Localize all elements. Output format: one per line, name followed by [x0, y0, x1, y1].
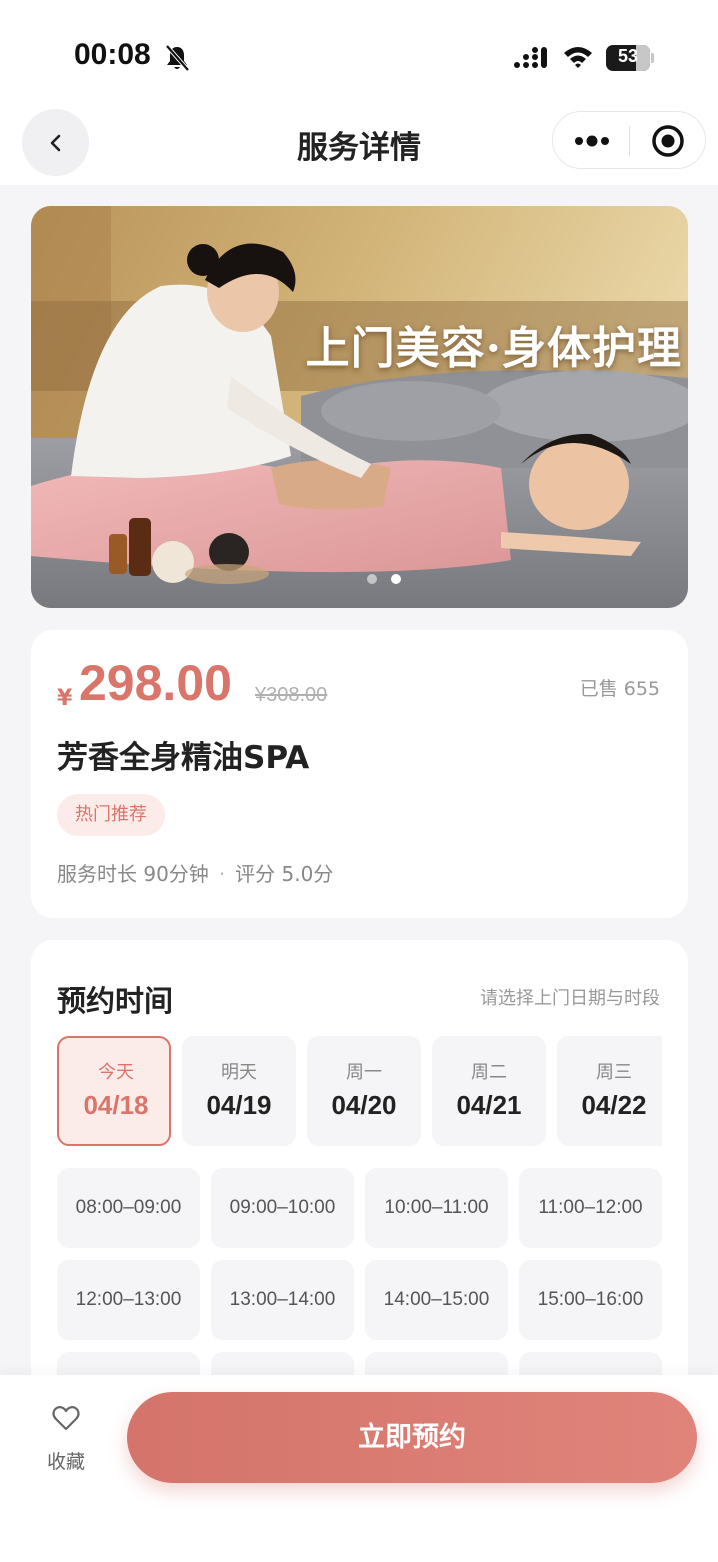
time-slot[interactable]: 12:00–13:00 [57, 1260, 200, 1340]
service-meta: 服务时长 90分钟 · 评分 5.0分 [57, 858, 333, 887]
meta-separator: · [218, 862, 226, 886]
date-weekday: 明天 [221, 1062, 257, 1083]
spa-massage-image [31, 206, 688, 608]
time-slot[interactable]: 14:00–15:00 [365, 1260, 508, 1340]
time-slot[interactable]: 09:00–10:00 [211, 1168, 354, 1248]
more-icon[interactable] [573, 129, 611, 153]
date-option[interactable]: 周一 04/20 [307, 1036, 421, 1146]
hero-banner[interactable]: 上门美容·身体护理 [31, 206, 688, 608]
currency-symbol: ¥ [57, 686, 73, 711]
service-rating: 评分 5.0分 [235, 862, 334, 886]
original-price: ¥308.00 [255, 684, 328, 706]
mini-program-capsule [552, 111, 706, 169]
capsule-divider [629, 126, 630, 156]
book-now-button[interactable]: 立即预约 [127, 1392, 697, 1483]
date-option[interactable]: 明天 04/19 [182, 1036, 296, 1146]
booking-title: 预约时间 [57, 984, 174, 1018]
time-slot[interactable]: 10:00–11:00 [365, 1168, 508, 1248]
time-slot[interactable]: 11:00–12:00 [519, 1168, 662, 1248]
price: 298.00 [79, 655, 232, 711]
date-option[interactable]: 周二 04/21 [432, 1036, 546, 1146]
date-value: 04/21 [456, 1090, 522, 1120]
date-value: 04/22 [581, 1090, 647, 1120]
date-value: 04/19 [206, 1090, 272, 1120]
date-value: 04/18 [83, 1090, 149, 1120]
date-weekday: 周三 [596, 1062, 632, 1083]
carousel-dot[interactable] [367, 574, 377, 584]
favorite-label: 收藏 [46, 1451, 85, 1473]
bottom-action-bar: 收藏 立即预约 [0, 1375, 718, 1562]
time-slot[interactable]: 13:00–14:00 [211, 1260, 354, 1340]
banner-title: 上门美容·身体护理 [305, 323, 682, 374]
battery-level: 53 [617, 46, 639, 66]
battery-indicator: 53 [606, 45, 654, 71]
date-option[interactable]: 周三 04/22 [557, 1036, 662, 1146]
date-weekday: 周二 [471, 1062, 507, 1083]
booking-hint: 请选择上门日期与时段 [480, 988, 660, 1009]
wifi-icon [564, 47, 592, 68]
bell-off-icon [165, 44, 190, 72]
time-slot[interactable]: 15:00–16:00 [519, 1260, 662, 1340]
signal-icon [514, 47, 547, 68]
service-name: 芳香全身精油SPA [57, 740, 310, 776]
product-info-card: ¥ 298.00 ¥308.00 已售 655 芳香全身精油SPA 热门推荐 服… [31, 630, 688, 918]
hot-tag: 热门推荐 [57, 794, 165, 836]
status-time: 00:08 [74, 38, 151, 71]
service-duration: 服务时长 90分钟 [57, 862, 209, 886]
time-slot[interactable]: 08:00–09:00 [57, 1168, 200, 1248]
date-option-selected[interactable]: 今天 04/18 [57, 1036, 171, 1146]
date-weekday: 今天 [98, 1062, 134, 1083]
date-selector[interactable]: 今天 04/18 明天 04/19 周一 04/20 周二 04/21 周三 0… [57, 1036, 662, 1148]
status-bar: 00:08 53 [0, 0, 718, 100]
favorite-button[interactable]: 收藏 [36, 1403, 96, 1474]
close-target-icon[interactable] [651, 124, 685, 158]
date-value: 04/20 [331, 1090, 397, 1120]
carousel-dot-active[interactable] [391, 574, 401, 584]
heart-icon [52, 1406, 80, 1431]
nav-bar: 服务详情 [0, 100, 718, 185]
date-weekday: 周一 [346, 1062, 382, 1083]
sold-count: 已售 655 [579, 678, 660, 700]
